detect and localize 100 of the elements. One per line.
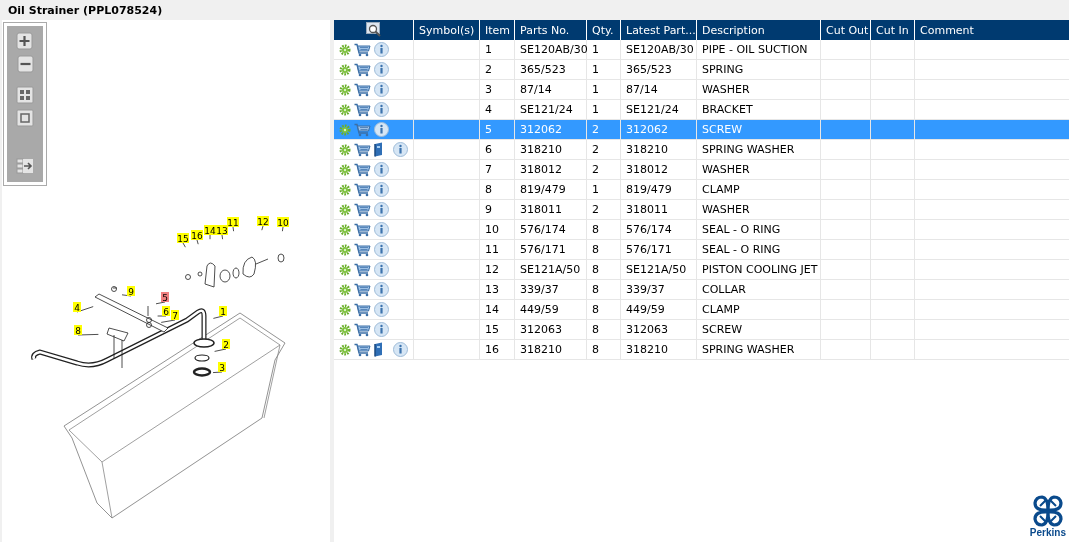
cart-icon[interactable] [354,342,371,357]
column-header[interactable]: Comment [915,20,1069,40]
gear-icon[interactable] [339,263,351,276]
table-cell: 318012 [621,160,697,179]
column-header[interactable]: Item [480,20,515,40]
cart-icon[interactable] [354,122,371,137]
callout-tag[interactable]: 8 [74,325,82,336]
callout-tag[interactable]: 14 [204,225,216,236]
cart-icon[interactable] [354,62,371,77]
callout-tag[interactable]: 13 [216,225,228,236]
gear-icon[interactable] [339,63,351,76]
table-row[interactable]: 1 SE120AB/30 1 SE120AB/30 PIPE - OIL SUCTION [334,40,1069,60]
cart-icon[interactable] [354,102,371,117]
cart-icon[interactable] [354,302,371,317]
callout-tag[interactable]: 6 [162,306,170,317]
callout-tag[interactable]: 12 [257,216,269,227]
callout-tag[interactable]: 5 [161,292,169,303]
cart-icon[interactable] [354,222,371,237]
zoom-in-button[interactable] [15,31,35,51]
gear-icon[interactable] [339,323,351,336]
column-header[interactable]: Cut In [871,20,915,40]
gear-icon[interactable] [339,243,351,256]
cart-icon[interactable] [354,202,371,217]
callout-tag[interactable]: 15 [177,233,189,244]
info-icon[interactable] [374,182,389,197]
gear-icon[interactable] [339,343,351,356]
actual-size-button[interactable] [15,108,35,128]
fit-view-button[interactable] [15,85,35,105]
table-row[interactable]: 6 318210 2 318210 SPRING WASHER [334,140,1069,160]
cart-icon[interactable] [354,42,371,57]
column-header[interactable]: Cut Out [821,20,871,40]
export-button[interactable] [15,156,35,176]
info-icon[interactable] [374,262,389,277]
column-header[interactable]: Qty. [587,20,621,40]
info-icon[interactable] [393,142,408,157]
cart-icon[interactable] [354,282,371,297]
table-row[interactable]: 11 576/171 8 576/171 SEAL - O RING [334,240,1069,260]
callout-tag[interactable]: 3 [218,362,226,373]
book-icon[interactable] [374,342,384,357]
gear-icon[interactable] [339,83,351,96]
column-header[interactable]: Latest Part... [621,20,697,40]
gear-icon[interactable] [339,283,351,296]
table-row[interactable]: 3 87/14 1 87/14 WASHER [334,80,1069,100]
leader-line [76,306,94,313]
gear-icon[interactable] [339,203,351,216]
table-row[interactable]: 13 339/37 8 339/37 COLLAR [334,280,1069,300]
info-icon[interactable] [374,202,389,217]
info-icon[interactable] [374,122,389,137]
callout-tag[interactable]: 11 [227,217,239,228]
cart-icon[interactable] [354,182,371,197]
info-icon[interactable] [374,282,389,297]
table-cell: 1 [587,40,621,59]
cart-icon[interactable] [354,262,371,277]
gear-icon[interactable] [339,163,351,176]
cart-icon[interactable] [354,242,371,257]
table-row[interactable]: 14 449/59 8 449/59 CLAMP [334,300,1069,320]
info-icon[interactable] [374,222,389,237]
gear-icon[interactable] [339,303,351,316]
info-icon[interactable] [374,62,389,77]
callout-tag[interactable]: 7 [171,310,179,321]
table-cell: 312062 [515,120,587,139]
table-row[interactable]: 16 318210 8 318210 SPRING WASHER [334,340,1069,360]
column-header[interactable]: Description [697,20,821,40]
column-header[interactable]: Symbol(s) [414,20,480,40]
gear-icon[interactable] [339,143,351,156]
table-row[interactable]: 10 576/174 8 576/174 SEAL - O RING [334,220,1069,240]
gear-icon[interactable] [339,43,351,56]
table-row[interactable]: 9 318011 2 318011 WASHER [334,200,1069,220]
callout-tag[interactable]: 10 [277,217,289,228]
callout-tag[interactable]: 2 [222,339,230,350]
info-icon[interactable] [374,102,389,117]
info-icon[interactable] [374,162,389,177]
table-cell: 1 [587,60,621,79]
callout-tag[interactable]: 1 [219,306,227,317]
info-icon[interactable] [374,42,389,57]
table-row[interactable]: 7 318012 2 318012 WASHER [334,160,1069,180]
callout-tag[interactable]: 16 [191,230,203,241]
table-row[interactable]: 15 312063 8 312063 SCREW [334,320,1069,340]
table-row[interactable]: 12 SE121A/50 8 SE121A/50 PISTON COOLING JET [334,260,1069,280]
leader-line [212,371,223,373]
info-icon[interactable] [374,302,389,317]
callout-tag[interactable]: 4 [73,302,81,313]
table-row[interactable]: 8 819/479 1 819/479 CLAMP [334,180,1069,200]
table-row[interactable]: 2 365/523 1 365/523 SPRING [334,60,1069,80]
callout-tag[interactable]: 9 [127,286,135,297]
gear-icon[interactable] [339,223,351,236]
gear-icon[interactable] [339,103,351,116]
gear-icon[interactable] [339,183,351,196]
cart-icon[interactable] [354,82,371,97]
zoom-out-button[interactable] [15,54,35,74]
book-icon[interactable] [374,142,384,157]
column-header[interactable]: Parts No. [515,20,587,40]
info-icon[interactable] [374,242,389,257]
info-icon[interactable] [393,342,408,357]
info-icon[interactable] [374,82,389,97]
cart-icon[interactable] [354,162,371,177]
cart-icon[interactable] [354,142,371,157]
info-icon[interactable] [374,322,389,337]
cart-icon[interactable] [354,322,371,337]
table-cell: 10 [480,220,515,239]
